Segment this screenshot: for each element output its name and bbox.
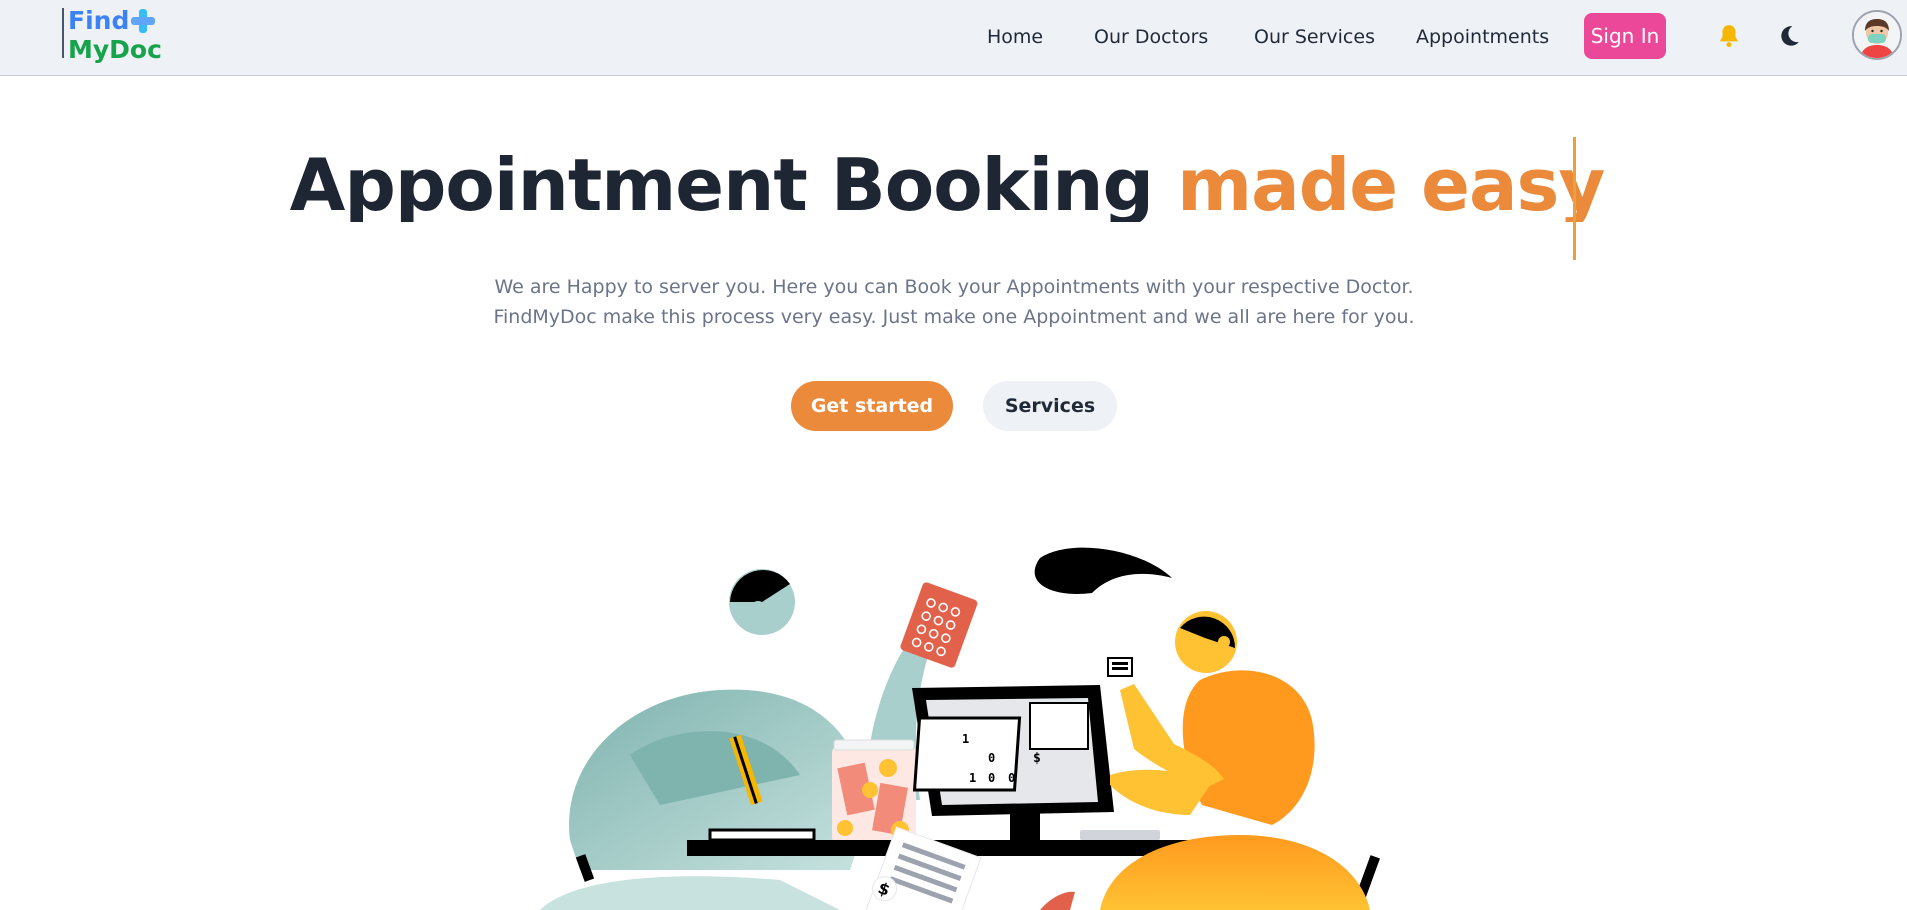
monitor-digit: $ (1033, 751, 1041, 766)
doctor-avatar-icon (1854, 12, 1900, 58)
nav-home[interactable]: Home (987, 23, 1043, 51)
hero-illustration: 1 0 $ 1 0 0 $ (540, 547, 1380, 910)
logo-mydoc-text: MyDoc (68, 35, 162, 64)
typing-cursor (1573, 137, 1576, 260)
navbar: Find MyDoc Home Our Doctors Our Services… (0, 0, 1907, 76)
monitor-digit: 0 (988, 771, 995, 785)
logo-divider (62, 8, 64, 58)
monitor-digit: 0 (988, 751, 995, 765)
monitor-digit: 0 (1008, 771, 1015, 785)
monitor-illustration: 1 0 $ 1 0 0 (912, 685, 1114, 840)
hero-title-main: Appointment Booking (289, 143, 1154, 222)
user-avatar[interactable] (1852, 10, 1902, 60)
services-button[interactable]: Services (983, 381, 1117, 431)
sign-in-button[interactable]: Sign In (1584, 13, 1666, 59)
medical-plus-icon (131, 9, 155, 33)
monitor-digit: 1 (969, 771, 976, 785)
get-started-button[interactable]: Get started (791, 381, 953, 431)
moon-icon[interactable] (1776, 23, 1802, 49)
bell-icon[interactable] (1716, 23, 1742, 49)
nav-appointments[interactable]: Appointments (1416, 23, 1549, 51)
nav-our-doctors[interactable]: Our Doctors (1094, 23, 1208, 51)
hero-title: Appointment Booking made easy (187, 140, 1707, 222)
hero-title-accent: made easy (1177, 143, 1605, 222)
logo-find-text: Find (68, 6, 130, 35)
findmydoc-logo[interactable]: Find MyDoc (62, 6, 166, 66)
hero-subtitle: We are Happy to server you. Here you can… (493, 276, 1415, 328)
nav-our-services[interactable]: Our Services (1254, 23, 1375, 51)
monitor-digit: 1 (962, 732, 969, 746)
